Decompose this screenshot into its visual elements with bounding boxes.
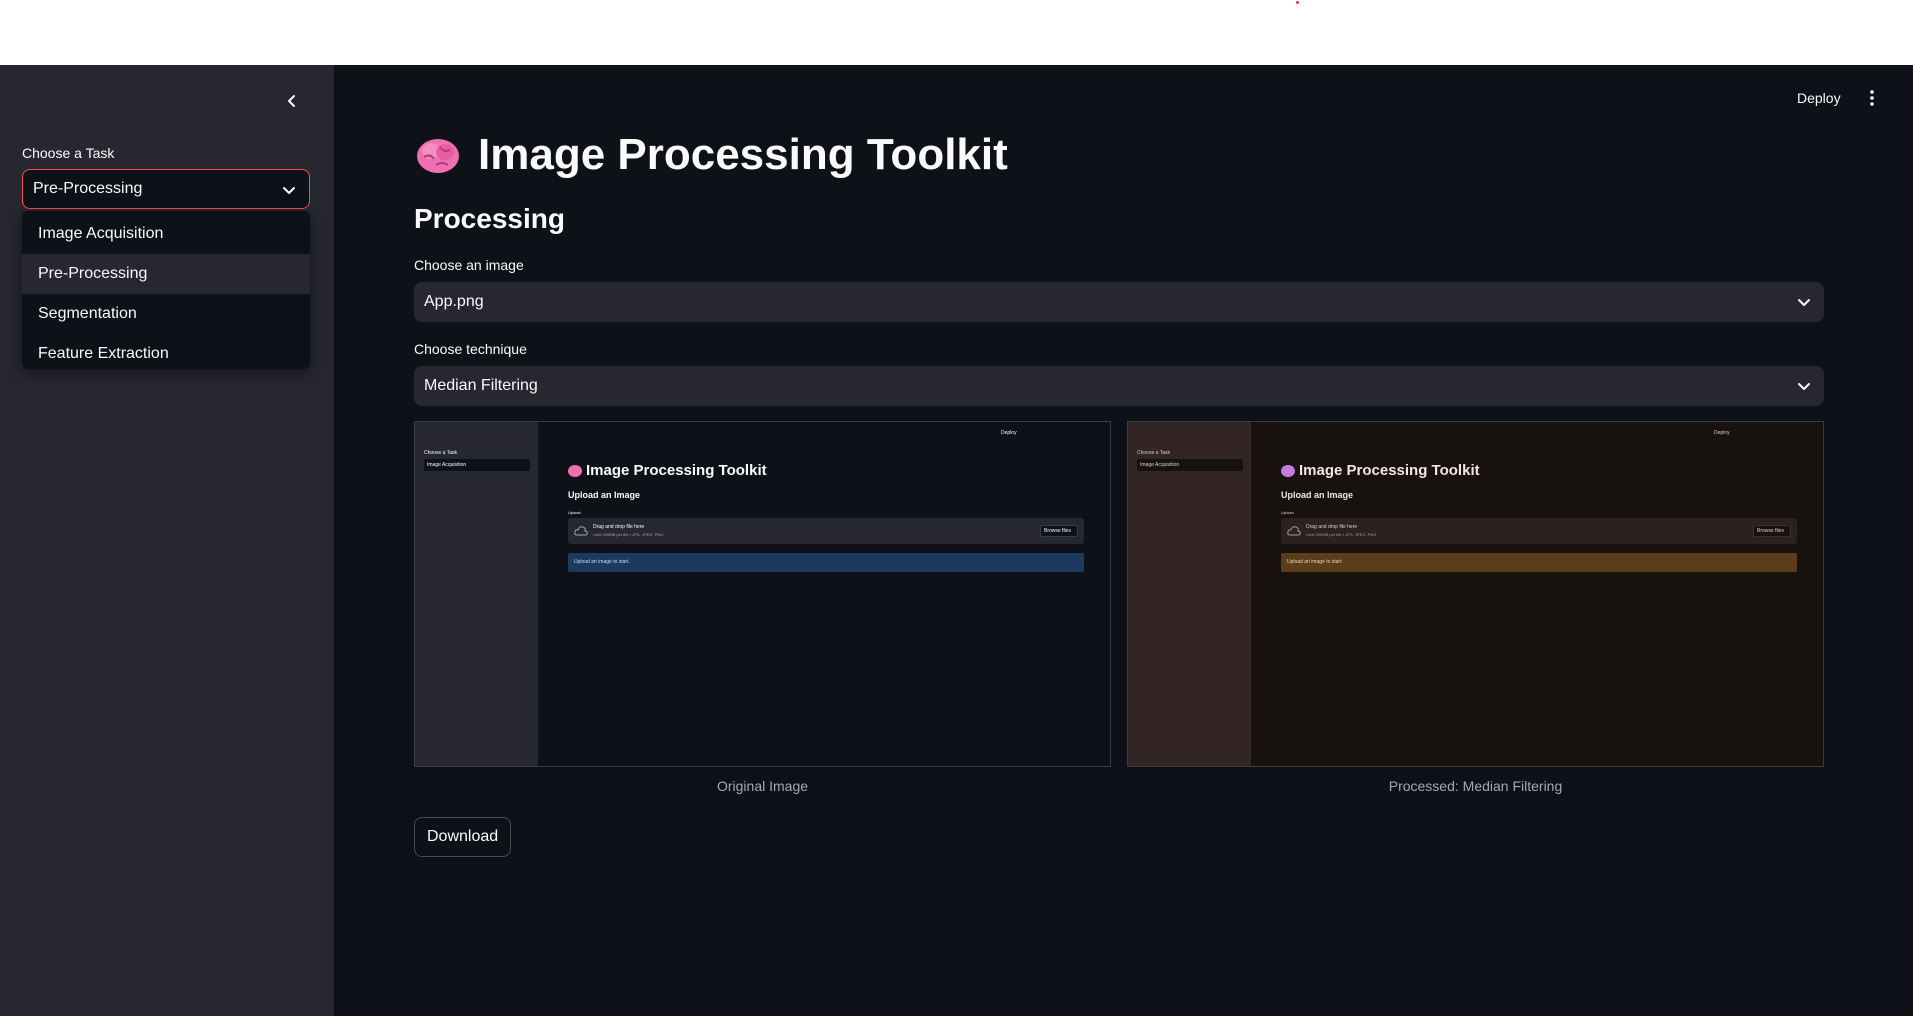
- preview-browse-button: Browse files: [1753, 525, 1791, 537]
- preview-subheading: Upload an Image: [568, 490, 641, 500]
- preview-sidebar: Choose a Task Image Acquisition: [415, 422, 538, 766]
- preview-main: Deploy Image Processing Toolkit Upload a…: [1251, 422, 1823, 766]
- brain-icon: [417, 139, 459, 173]
- preview-info-box: Upload an image to start.: [568, 553, 1084, 572]
- preview-task-value: Image Acquisition: [1140, 462, 1180, 468]
- preview-browse-label: Browse files: [1757, 528, 1784, 534]
- collapse-sidebar-button[interactable]: [280, 89, 304, 113]
- preview-title-text: Image Processing Toolkit: [1299, 462, 1480, 479]
- preview-info-text: Upload an image to start.: [1287, 559, 1343, 565]
- preview-uploader: Drag and drop file here Limit 200MB per …: [568, 518, 1084, 544]
- scrollbar[interactable]: [1905, 65, 1913, 1016]
- task-option-image-acquisition[interactable]: Image Acquisition: [22, 214, 310, 254]
- preview-upload-label: Upload: [1281, 510, 1294, 515]
- image-select-value: App.png: [424, 293, 484, 310]
- preview-limit-text: Limit 200MB per file • JPG, JPEG, PNG: [593, 532, 664, 537]
- app-container: Choose a Task Pre-Processing Image Acqui…: [0, 65, 1913, 1016]
- original-image: Choose a Task Image Acquisition Deploy I…: [414, 421, 1111, 767]
- preview-task-label: Choose a Task: [1137, 450, 1170, 456]
- processed-preview: Choose a Task Image Acquisition Deploy I…: [1128, 422, 1823, 766]
- preview-task-select: Image Acquisition: [1137, 459, 1243, 471]
- chevron-down-icon: [283, 187, 295, 194]
- preview-task-select: Image Acquisition: [424, 459, 530, 471]
- indicator-dot: [1296, 1, 1299, 4]
- title-text: Image Processing Toolkit: [478, 130, 1008, 179]
- section-heading: Processing: [414, 203, 565, 234]
- sidebar: Choose a Task Pre-Processing Image Acqui…: [0, 65, 334, 1016]
- brain-icon: [568, 465, 582, 478]
- preview-task-value: Image Acquisition: [427, 462, 467, 468]
- technique-select-value: Median Filtering: [424, 377, 538, 394]
- processed-caption: Processed: Median Filtering: [1388, 778, 1563, 794]
- preview-drop-text: Drag and drop file here: [593, 524, 645, 530]
- task-option-feature-extraction[interactable]: Feature Extraction: [22, 334, 310, 374]
- technique-select-label: Choose technique: [414, 341, 527, 357]
- preview-title-text: Image Processing Toolkit: [586, 462, 767, 479]
- preview-info-box: Upload an image to start.: [1281, 553, 1797, 572]
- preview-main: Deploy Image Processing Toolkit Upload a…: [538, 422, 1110, 766]
- image-select[interactable]: App.png: [414, 282, 1824, 322]
- preview-info-text: Upload an image to start.: [574, 559, 630, 565]
- chevron-down-icon: [1798, 383, 1810, 390]
- original-caption: Original Image: [716, 778, 809, 794]
- cloud-upload-icon: [1287, 526, 1301, 536]
- preview-limit-text: Limit 200MB per file • JPG, JPEG, PNG: [1306, 532, 1377, 537]
- preview-deploy: Deploy: [1714, 430, 1730, 436]
- original-preview: Choose a Task Image Acquisition Deploy I…: [415, 422, 1110, 766]
- preview-browse-label: Browse files: [1044, 528, 1071, 534]
- preview-drop-text: Drag and drop file here: [1306, 524, 1358, 530]
- task-select-value: Pre-Processing: [33, 180, 143, 197]
- chevron-down-icon: [1798, 299, 1810, 306]
- preview-deploy: Deploy: [1001, 430, 1017, 436]
- task-label: Choose a Task: [22, 145, 115, 161]
- browser-top-area: [0, 0, 1913, 65]
- preview-browse-button: Browse files: [1040, 525, 1078, 537]
- processed-image: Choose a Task Image Acquisition Deploy I…: [1127, 421, 1824, 767]
- more-vertical-icon: [1870, 90, 1874, 106]
- page-title: Image Processing Toolkit: [414, 125, 1008, 185]
- image-select-label: Choose an image: [414, 257, 524, 273]
- preview-task-label: Choose a Task: [424, 450, 457, 456]
- preview-uploader: Drag and drop file here Limit 200MB per …: [1281, 518, 1797, 544]
- deploy-button[interactable]: Deploy: [1797, 85, 1841, 111]
- preview-upload-label: Upload: [568, 510, 581, 515]
- preview-title: Image Processing Toolkit: [568, 462, 767, 479]
- task-option-segmentation[interactable]: Segmentation: [22, 294, 310, 334]
- cloud-upload-icon: [574, 526, 588, 536]
- preview-title: Image Processing Toolkit: [1281, 462, 1480, 479]
- preview-sidebar: Choose a Task Image Acquisition: [1128, 422, 1251, 766]
- download-button[interactable]: Download: [414, 817, 512, 857]
- technique-select[interactable]: Median Filtering: [414, 366, 1824, 406]
- brain-icon: [1281, 465, 1295, 478]
- task-select[interactable]: Pre-Processing: [22, 169, 310, 209]
- preview-subheading: Upload an Image: [1281, 490, 1354, 500]
- task-dropdown-menu: Image Acquisition Pre-Processing Segment…: [22, 211, 310, 369]
- task-option-pre-processing[interactable]: Pre-Processing: [22, 254, 310, 294]
- chevron-left-icon: [288, 95, 295, 107]
- main-menu-button[interactable]: [1862, 85, 1882, 111]
